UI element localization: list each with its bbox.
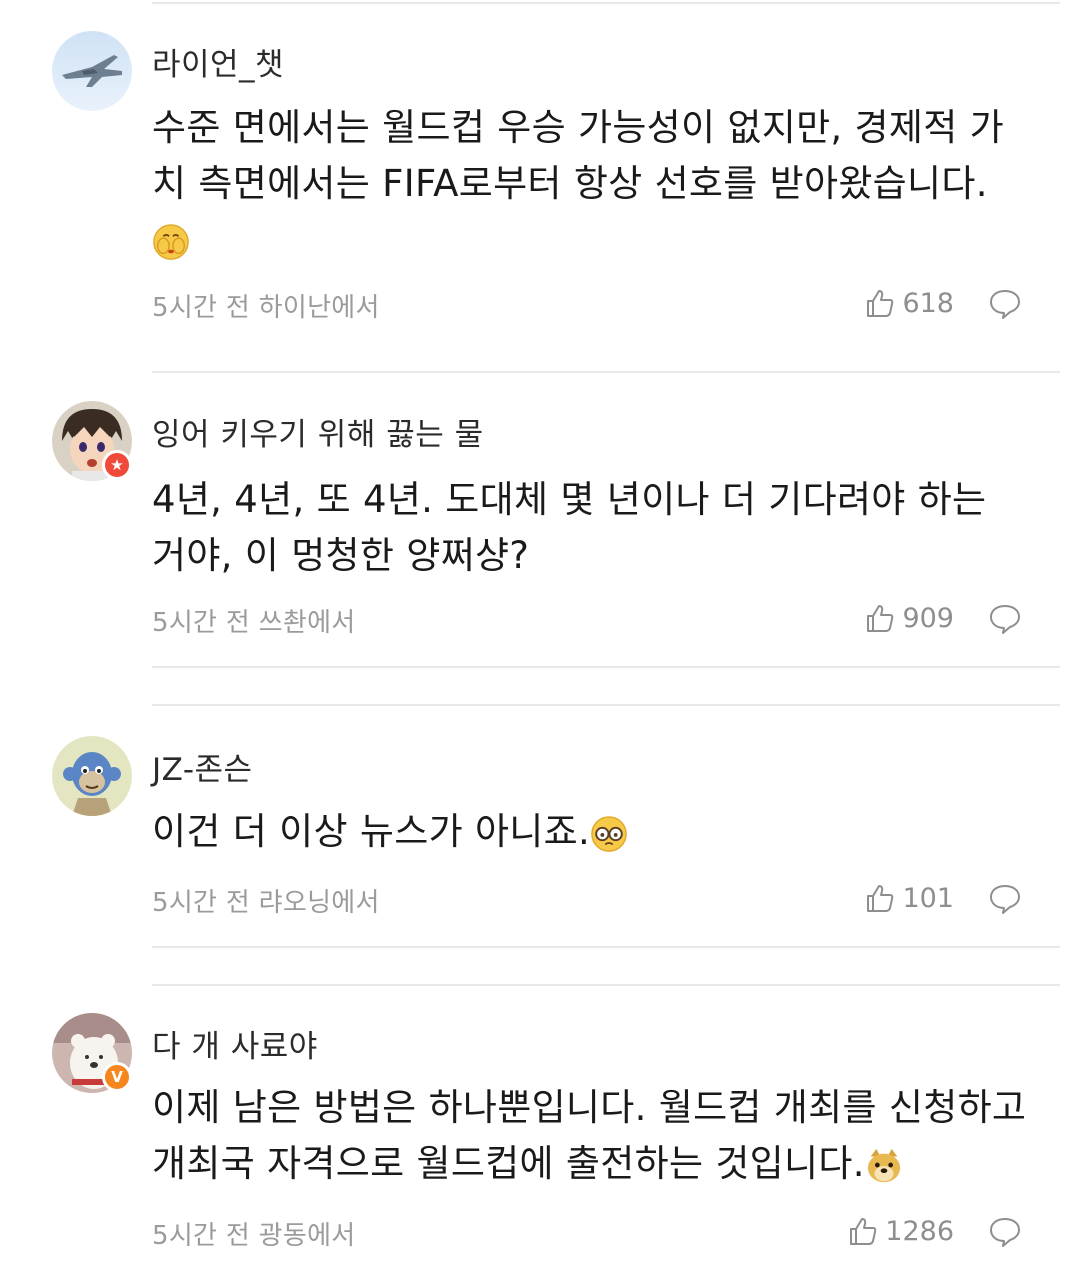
comment-text-body: 이건 더 이상 뉴스가 아니죠. <box>152 810 591 853</box>
divider <box>152 2 1060 4</box>
reply-bubble-icon[interactable] <box>988 288 1022 320</box>
thumbs-up-icon <box>867 885 894 912</box>
thumbs-up-icon <box>850 1218 877 1245</box>
like-count: 618 <box>902 287 954 319</box>
embarrassed-face-emoji-icon <box>153 223 189 260</box>
divider <box>152 984 1060 986</box>
glasses-face-emoji-icon <box>591 815 627 852</box>
comment-meta: 5시간 전 광동에서 <box>152 1221 356 1251</box>
comment-username[interactable]: 다 개 사료야 <box>152 1021 318 1066</box>
like-count: 909 <box>902 602 954 634</box>
fighter-jet-avatar-icon <box>52 31 132 111</box>
comment-username[interactable]: 잉어 키우기 위해 끓는 물 <box>152 409 484 454</box>
divider <box>152 666 1060 668</box>
like-count: 1286 <box>885 1215 954 1247</box>
ape-avatar-icon <box>52 736 132 816</box>
comment-text: 이제 남은 방법은 하나뿐입니다. 월드컵 개최를 신청하고 개최국 자격으로 … <box>152 1080 1032 1192</box>
comment-meta: 5시간 전 쓰촨에서 <box>152 608 356 638</box>
comment-text: 수준 면에서는 월드컵 우승 가능성이 없지만, 경제적 가치 측면에서는 FI… <box>152 100 1032 268</box>
v-badge-icon: V <box>102 1062 132 1092</box>
like-button[interactable]: 1286 <box>847 1215 954 1247</box>
comment-meta: 5시간 전 랴오닝에서 <box>152 888 380 918</box>
comment-username[interactable]: 라이언_챗 <box>152 39 284 84</box>
like-button[interactable]: 101 <box>864 882 954 914</box>
like-button[interactable]: 618 <box>864 287 954 319</box>
star-badge-icon: ★ <box>102 450 132 480</box>
divider <box>152 946 1060 948</box>
avatar[interactable] <box>52 736 132 816</box>
like-count: 101 <box>902 882 954 914</box>
comment-meta: 5시간 전 하이난에서 <box>152 293 380 323</box>
reply-bubble-icon[interactable] <box>988 1216 1022 1248</box>
thumbs-up-icon <box>867 605 894 632</box>
like-button[interactable]: 909 <box>864 602 954 634</box>
divider <box>152 371 1060 373</box>
thumbs-up-icon <box>867 290 894 317</box>
reply-bubble-icon[interactable] <box>988 603 1022 635</box>
comment-text: 4년, 4년, 또 4년. 도대체 몇 년이나 더 기다려야 하는 거야, 이 … <box>152 478 987 577</box>
reply-bubble-icon[interactable] <box>988 883 1022 915</box>
comment-text: 이건 더 이상 뉴스가 아니죠. <box>152 804 1032 860</box>
doge-emoji-icon <box>867 1148 900 1182</box>
divider <box>152 704 1060 706</box>
comment-text-body: 수준 면에서는 월드컵 우승 가능성이 없지만, 경제적 가치 측면에서는 FI… <box>152 106 1004 205</box>
avatar[interactable] <box>52 31 132 111</box>
comment-username[interactable]: JZ-존슨 <box>152 744 253 789</box>
